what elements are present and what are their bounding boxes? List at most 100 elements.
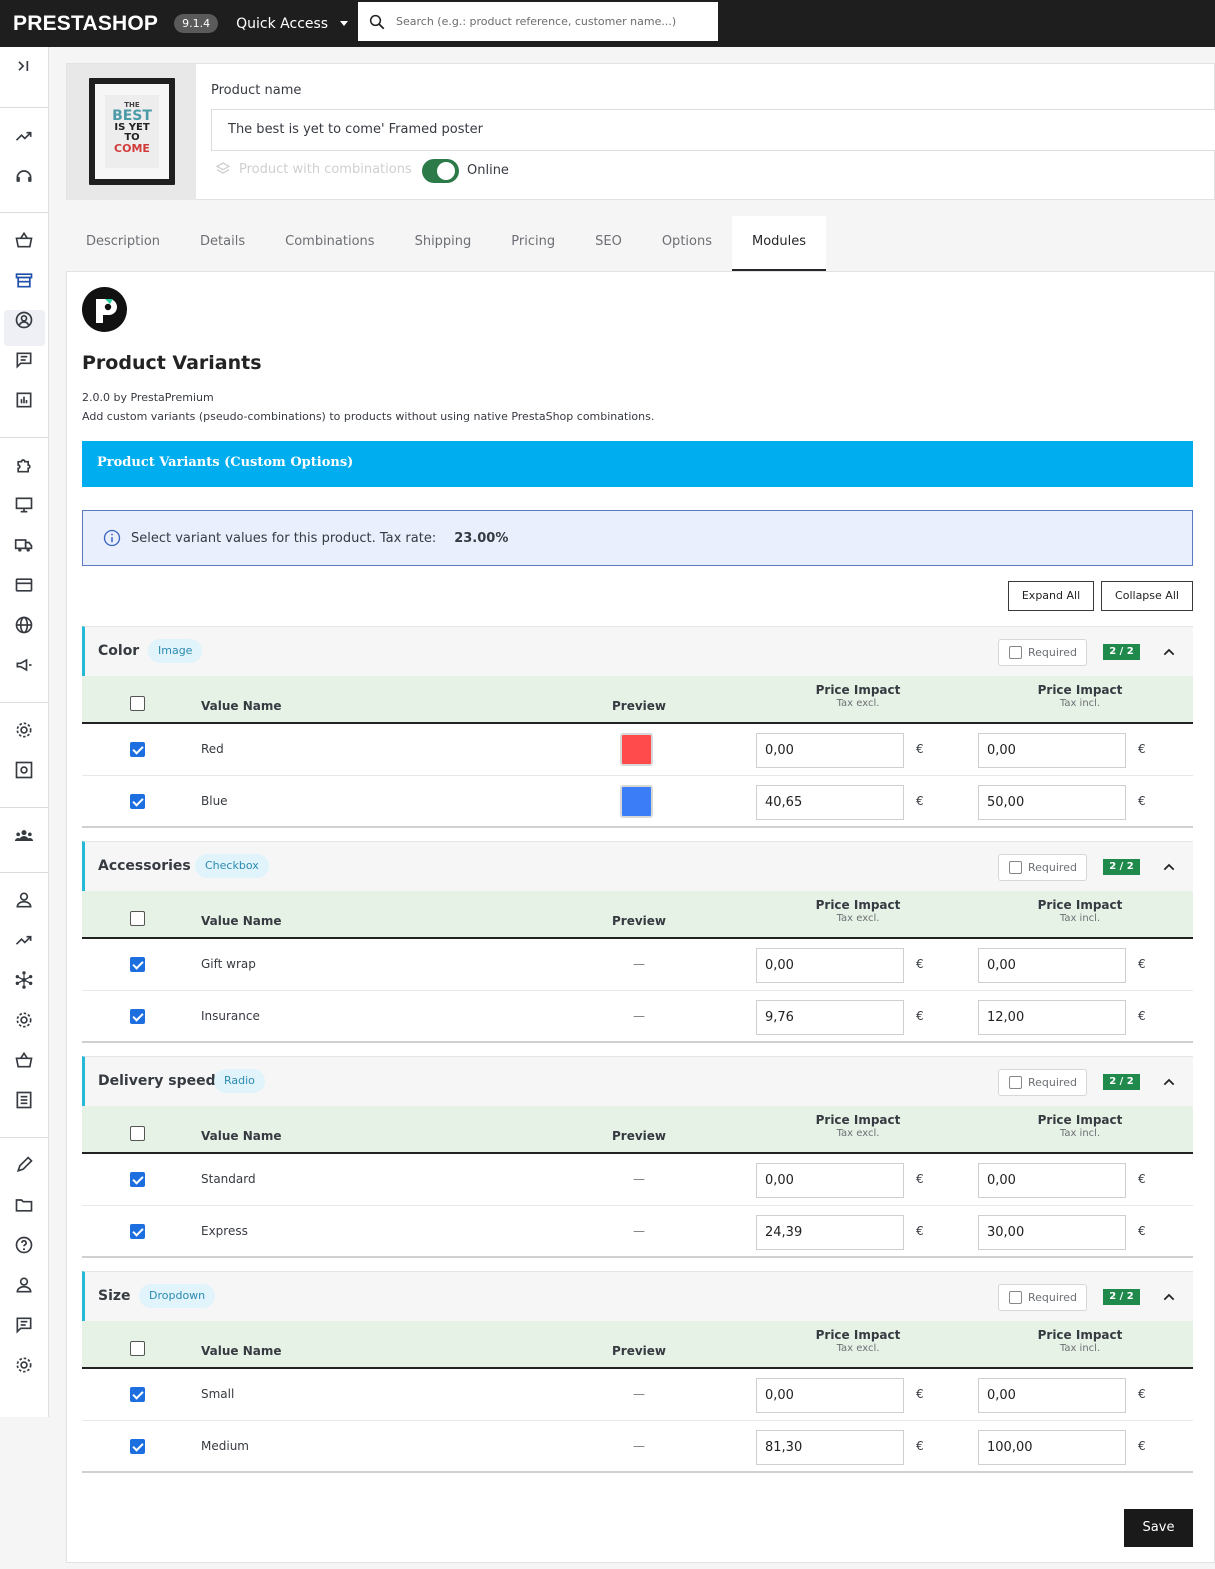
price-excl-input[interactable]: 0,00 [756, 733, 904, 768]
value-name-header: Value Name [201, 914, 282, 928]
expand-all-button[interactable]: Expand All [1008, 581, 1094, 611]
dashboard-trend-icon[interactable] [11, 123, 37, 149]
search-input[interactable] [396, 15, 696, 28]
help-icon[interactable] [11, 1232, 37, 1258]
tab-details[interactable]: Details [180, 216, 265, 272]
online-toggle[interactable] [422, 159, 459, 183]
list-icon[interactable] [11, 1087, 37, 1113]
messages-icon[interactable] [11, 347, 37, 373]
select-all-checkbox[interactable] [130, 1341, 145, 1356]
basket-icon[interactable] [11, 1047, 37, 1073]
value-checkbox[interactable] [130, 1439, 145, 1454]
value-name: Small [201, 1387, 235, 1401]
value-checkbox[interactable] [130, 1172, 145, 1187]
chevron-up-icon[interactable] [1161, 859, 1177, 875]
table-row: Standard — 0,00 € 0,00 € [82, 1154, 1193, 1206]
chevron-up-icon[interactable] [1161, 644, 1177, 660]
team-icon[interactable] [11, 823, 37, 849]
product-name-input[interactable]: The best is yet to come' Framed poster [211, 109, 1215, 151]
price-impact-incl-header: Price Impact Tax incl. [1015, 1113, 1145, 1139]
trending-icon[interactable] [11, 927, 37, 953]
price-excl-input[interactable]: 9,76 [756, 1000, 904, 1035]
price-excl-input[interactable]: 0,00 [756, 1378, 904, 1413]
price-incl-input[interactable]: 100,00 [978, 1430, 1126, 1465]
price-incl-input[interactable]: 0,00 [978, 1378, 1126, 1413]
tab-options[interactable]: Options [642, 216, 732, 272]
price-incl-input[interactable]: 0,00 [978, 948, 1126, 983]
folder-icon[interactable] [11, 1192, 37, 1218]
select-all-checkbox[interactable] [130, 1126, 145, 1141]
online-label: Online [467, 163, 509, 178]
required-checkbox[interactable] [1009, 1076, 1022, 1089]
price-excl-input[interactable]: 40,65 [756, 785, 904, 820]
select-all-checkbox[interactable] [130, 911, 145, 926]
chevron-up-icon[interactable] [1161, 1074, 1177, 1090]
settings-icon[interactable] [11, 1007, 37, 1033]
pencil-icon[interactable] [11, 1152, 37, 1178]
brand-logo[interactable]: PRESTASHOP [13, 12, 158, 36]
price-incl-input[interactable]: 12,00 [978, 1000, 1126, 1035]
account-icon[interactable] [11, 1272, 37, 1298]
required-checkbox[interactable] [1009, 861, 1022, 874]
advanced-params-icon[interactable] [11, 757, 37, 783]
search-box[interactable] [358, 2, 718, 41]
value-checkbox[interactable] [130, 742, 145, 757]
price-excl-input[interactable]: 24,39 [756, 1215, 904, 1250]
module-title: Product Variants [82, 352, 262, 374]
price-excl-input[interactable]: 0,00 [756, 948, 904, 983]
user-icon[interactable] [11, 887, 37, 913]
marketing-megaphone-icon[interactable] [11, 652, 37, 678]
group-header[interactable]: Delivery speed Radio Required 2 / 2 [82, 1056, 1193, 1106]
payment-card-icon[interactable] [11, 572, 37, 598]
value-checkbox[interactable] [130, 1387, 145, 1402]
price-incl-input[interactable]: 50,00 [978, 785, 1126, 820]
price-excl-input[interactable]: 81,30 [756, 1430, 904, 1465]
support-icon[interactable] [11, 163, 37, 189]
price-incl-input[interactable]: 30,00 [978, 1215, 1126, 1250]
value-checkbox[interactable] [130, 794, 145, 809]
required-toggle[interactable]: Required [998, 1284, 1087, 1311]
price-incl-input[interactable]: 0,00 [978, 1163, 1126, 1198]
tab-description[interactable]: Description [66, 216, 180, 272]
required-checkbox[interactable] [1009, 646, 1022, 659]
group-header[interactable]: Accessories Checkbox Required 2 / 2 [82, 841, 1193, 891]
collapse-icon[interactable] [11, 53, 37, 79]
quick-access-menu[interactable]: Quick Access [236, 16, 349, 32]
table-header: Value Name Preview Price Impact Tax excl.… [82, 891, 1193, 939]
tab-modules[interactable]: Modules [732, 216, 827, 272]
tab-pricing[interactable]: Pricing [491, 216, 575, 272]
tab-seo[interactable]: SEO [575, 216, 642, 272]
catalog-store-icon[interactable] [11, 267, 37, 293]
product-thumbnail[interactable]: THE BEST IS YET TO COME [67, 64, 196, 200]
shipping-truck-icon[interactable] [11, 532, 37, 558]
tab-combinations[interactable]: Combinations [265, 216, 394, 272]
layers-icon [215, 162, 231, 174]
value-checkbox[interactable] [130, 1009, 145, 1024]
value-checkbox[interactable] [130, 1224, 145, 1239]
group-header[interactable]: Size Dropdown Required 2 / 2 [82, 1271, 1193, 1321]
configure-gear-icon[interactable] [11, 717, 37, 743]
cog-icon[interactable] [11, 1352, 37, 1378]
design-monitor-icon[interactable] [11, 492, 37, 518]
value-name: Express [201, 1224, 248, 1238]
comments-icon[interactable] [11, 1312, 37, 1338]
select-all-checkbox[interactable] [130, 696, 145, 711]
international-globe-icon[interactable] [11, 612, 37, 638]
required-toggle[interactable]: Required [998, 854, 1087, 881]
required-toggle[interactable]: Required [998, 1069, 1087, 1096]
price-incl-input[interactable]: 0,00 [978, 733, 1126, 768]
orders-basket-icon[interactable] [11, 227, 37, 253]
tab-shipping[interactable]: Shipping [395, 216, 492, 272]
value-checkbox[interactable] [130, 957, 145, 972]
stats-icon[interactable] [11, 387, 37, 413]
required-toggle[interactable]: Required [998, 639, 1087, 666]
collapse-all-button[interactable]: Collapse All [1101, 581, 1193, 611]
chevron-up-icon[interactable] [1161, 1289, 1177, 1305]
modules-puzzle-icon[interactable] [11, 452, 37, 478]
price-excl-input[interactable]: 0,00 [756, 1163, 904, 1198]
save-button[interactable]: Save [1124, 1509, 1193, 1547]
required-checkbox[interactable] [1009, 1291, 1022, 1304]
group-header[interactable]: Color Image Required 2 / 2 [82, 626, 1193, 676]
network-icon[interactable] [11, 967, 37, 993]
customers-icon[interactable] [11, 307, 37, 333]
